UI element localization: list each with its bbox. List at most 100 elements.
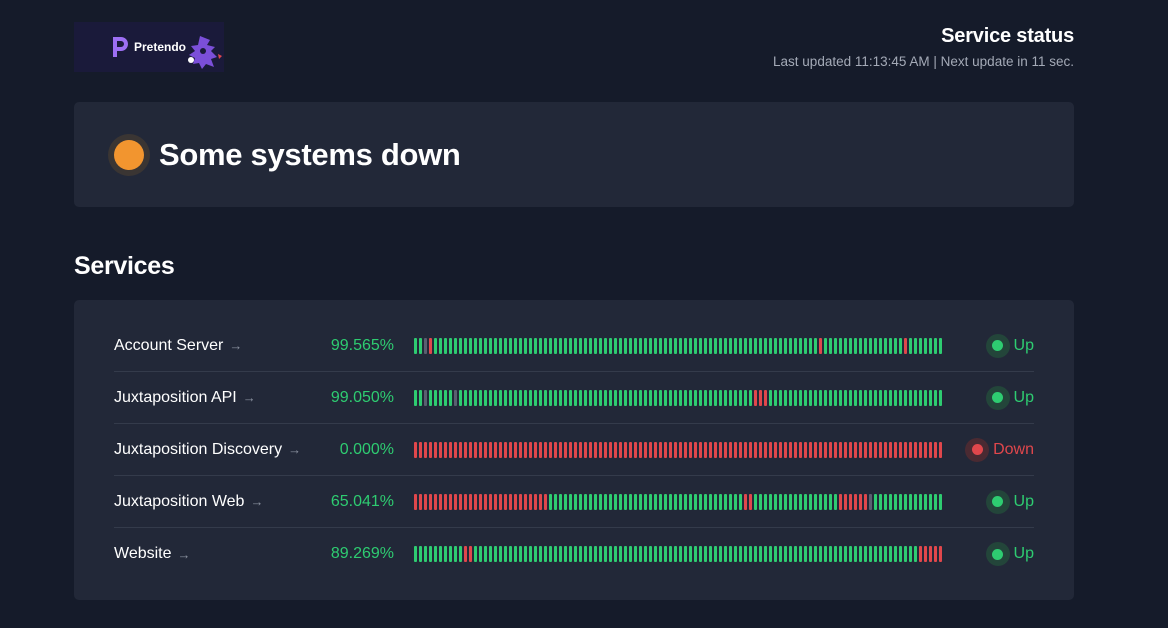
uptime-bar[interactable] <box>719 389 722 406</box>
uptime-bar[interactable] <box>624 493 627 510</box>
uptime-bar[interactable] <box>554 337 557 354</box>
uptime-bar[interactable] <box>594 389 597 406</box>
uptime-bar[interactable] <box>794 389 797 406</box>
uptime-bar[interactable] <box>429 546 432 562</box>
uptime-bar[interactable] <box>824 389 827 406</box>
uptime-bar[interactable] <box>754 389 757 406</box>
uptime-bar[interactable] <box>529 493 532 510</box>
uptime-bar[interactable] <box>879 337 882 354</box>
service-name-link[interactable]: Juxtaposition Web → <box>114 493 304 511</box>
uptime-bar[interactable] <box>889 337 892 354</box>
uptime-bar[interactable] <box>939 389 942 406</box>
uptime-bar[interactable] <box>834 493 837 510</box>
uptime-bar[interactable] <box>499 493 502 510</box>
uptime-bar[interactable] <box>744 441 747 458</box>
uptime-bar[interactable] <box>449 493 452 510</box>
uptime-bar[interactable] <box>659 493 662 510</box>
uptime-bar[interactable] <box>939 441 942 458</box>
uptime-bar[interactable] <box>809 546 812 562</box>
uptime-bar[interactable] <box>534 389 537 406</box>
uptime-bar[interactable] <box>694 441 697 458</box>
uptime-bar[interactable] <box>864 441 867 458</box>
uptime-bar[interactable] <box>454 441 457 458</box>
uptime-bar[interactable] <box>589 493 592 510</box>
uptime-bar[interactable] <box>629 441 632 458</box>
uptime-bar[interactable] <box>794 493 797 510</box>
uptime-bar[interactable] <box>474 546 477 562</box>
uptime-bar[interactable] <box>484 546 487 562</box>
uptime-bar[interactable] <box>909 389 912 406</box>
uptime-bar[interactable] <box>549 337 552 354</box>
uptime-bar[interactable] <box>659 441 662 458</box>
uptime-bar[interactable] <box>759 389 762 406</box>
uptime-bar[interactable] <box>434 493 437 510</box>
uptime-bar[interactable] <box>419 546 422 562</box>
uptime-bar[interactable] <box>859 493 862 510</box>
uptime-bar[interactable] <box>519 389 522 406</box>
uptime-bar[interactable] <box>494 441 497 458</box>
uptime-bar[interactable] <box>479 441 482 458</box>
uptime-bar[interactable] <box>764 493 767 510</box>
uptime-bar[interactable] <box>709 389 712 406</box>
uptime-bar[interactable] <box>714 389 717 406</box>
uptime-bar[interactable] <box>774 441 777 458</box>
uptime-bar[interactable] <box>889 546 892 562</box>
uptime-bar[interactable] <box>749 493 752 510</box>
uptime-bar[interactable] <box>709 493 712 510</box>
uptime-bar[interactable] <box>884 493 887 510</box>
uptime-bar[interactable] <box>579 546 582 562</box>
uptime-bar[interactable] <box>469 546 472 562</box>
uptime-bar[interactable] <box>534 337 537 354</box>
uptime-bar[interactable] <box>474 493 477 510</box>
uptime-bar[interactable] <box>789 493 792 510</box>
uptime-bar[interactable] <box>794 337 797 354</box>
uptime-bar[interactable] <box>679 441 682 458</box>
uptime-bar[interactable] <box>664 546 667 562</box>
uptime-bar[interactable] <box>664 337 667 354</box>
uptime-bar[interactable] <box>524 493 527 510</box>
uptime-bar[interactable] <box>784 389 787 406</box>
uptime-bar[interactable] <box>739 493 742 510</box>
uptime-bar[interactable] <box>724 337 727 354</box>
uptime-bar[interactable] <box>669 493 672 510</box>
uptime-bar[interactable] <box>504 337 507 354</box>
uptime-bar[interactable] <box>659 389 662 406</box>
uptime-bar[interactable] <box>614 337 617 354</box>
uptime-bar[interactable] <box>864 389 867 406</box>
uptime-bar[interactable] <box>519 337 522 354</box>
uptime-bar[interactable] <box>934 389 937 406</box>
uptime-bar[interactable] <box>554 389 557 406</box>
uptime-bar[interactable] <box>559 337 562 354</box>
uptime-bar[interactable] <box>894 441 897 458</box>
uptime-bar[interactable] <box>514 441 517 458</box>
uptime-bar[interactable] <box>749 389 752 406</box>
uptime-bar[interactable] <box>414 441 417 458</box>
uptime-bar[interactable] <box>754 493 757 510</box>
uptime-bar[interactable] <box>694 546 697 562</box>
uptime-bar[interactable] <box>614 493 617 510</box>
uptime-bar[interactable] <box>814 493 817 510</box>
uptime-bar[interactable] <box>539 546 542 562</box>
uptime-bar[interactable] <box>734 546 737 562</box>
uptime-bar[interactable] <box>549 441 552 458</box>
uptime-bar[interactable] <box>659 546 662 562</box>
uptime-bar[interactable] <box>929 493 932 510</box>
uptime-bar[interactable] <box>524 389 527 406</box>
uptime-bar[interactable] <box>499 389 502 406</box>
pretendo-logo[interactable]: Pretendo <box>74 22 224 72</box>
uptime-bar[interactable] <box>839 337 842 354</box>
uptime-bar[interactable] <box>879 389 882 406</box>
uptime-bar[interactable] <box>929 441 932 458</box>
uptime-bar[interactable] <box>479 493 482 510</box>
uptime-bar[interactable] <box>504 389 507 406</box>
uptime-bar[interactable] <box>424 493 427 510</box>
uptime-bar[interactable] <box>479 389 482 406</box>
uptime-bar[interactable] <box>879 546 882 562</box>
uptime-bar[interactable] <box>549 493 552 510</box>
uptime-bar[interactable] <box>549 389 552 406</box>
uptime-bar[interactable] <box>604 546 607 562</box>
uptime-bar[interactable] <box>774 389 777 406</box>
uptime-bar[interactable] <box>724 493 727 510</box>
uptime-bar[interactable] <box>799 546 802 562</box>
uptime-bar[interactable] <box>864 337 867 354</box>
